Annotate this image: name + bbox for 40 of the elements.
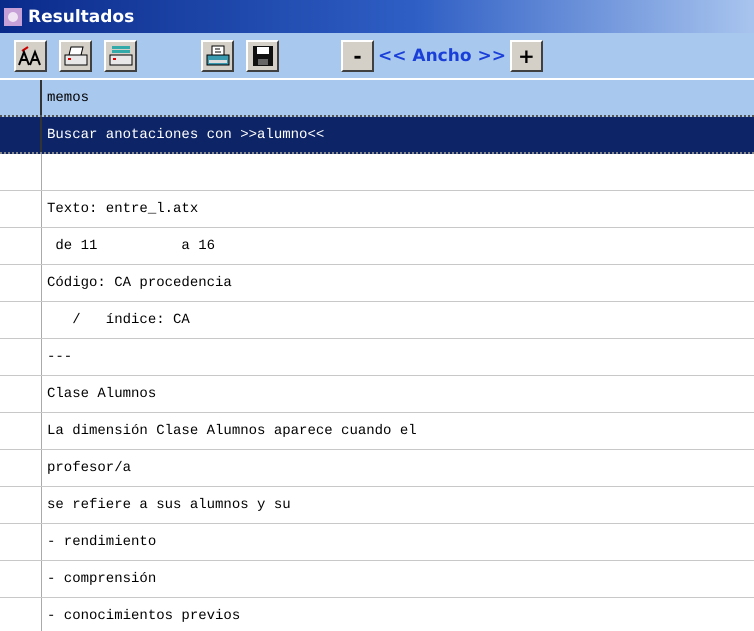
table-row[interactable]: - rendimiento <box>0 524 754 561</box>
table-row[interactable]: - comprensión <box>0 561 754 598</box>
table-cell-text: - rendimiento <box>46 533 158 552</box>
table-row[interactable]: se refiere a sus alumnos y su <box>0 487 754 524</box>
font-button[interactable] <box>14 40 47 72</box>
table-cell-text: La dimensión Clase Alumnos aparece cuando el <box>46 422 418 441</box>
save-button[interactable] <box>246 40 279 72</box>
table-row[interactable]: La dimensión Clase Alumnos aparece cuando el <box>0 413 754 450</box>
table-row[interactable]: Texto: entre_l.atx <box>0 191 754 228</box>
table-row[interactable]: Código: CA procedencia <box>0 265 754 302</box>
table-cell-text: se refiere a sus alumnos y su <box>46 496 292 515</box>
printer-settings-icon <box>108 44 134 66</box>
column-title: memos <box>46 88 90 108</box>
print-preview-button[interactable] <box>201 40 234 72</box>
table-cell-text: Texto: entre_l.atx <box>46 200 200 219</box>
table-cell-text: --- <box>46 348 74 367</box>
print-preview-icon <box>204 44 230 66</box>
table-cell-text: Buscar anotaciones con >>alumno<< <box>46 126 326 144</box>
table-cell-text: Clase Alumnos <box>46 385 158 404</box>
table-cell-text: - comprensión <box>46 570 158 589</box>
font-size-icon <box>18 44 44 66</box>
window-title: Resultados <box>28 6 134 26</box>
table-cell-text: Código: CA procedencia <box>46 274 233 293</box>
table-row[interactable]: Clase Alumnos <box>0 376 754 413</box>
table-cell-text: / índice: CA <box>71 311 191 330</box>
table-cell-text: de 11 a 16 <box>54 237 216 256</box>
table-row[interactable]: de 11 a 16 <box>0 228 754 265</box>
print-setup-button[interactable] <box>104 40 137 72</box>
app-icon <box>4 8 22 26</box>
table-row[interactable]: / índice: CA <box>0 302 754 339</box>
table-row[interactable]: Buscar anotaciones con >>alumno<< <box>0 117 754 154</box>
decrease-button[interactable]: - <box>341 40 374 72</box>
table-cell-text: profesor/a <box>46 459 132 478</box>
print-button[interactable] <box>59 40 92 72</box>
increase-button[interactable]: + <box>510 40 543 72</box>
table-row[interactable]: --- <box>0 339 754 376</box>
table-row[interactable]: profesor/a <box>0 450 754 487</box>
width-label: << Ancho >> <box>378 46 506 66</box>
table-cell-text: - conocimientos previos <box>46 607 242 626</box>
printer-icon <box>62 44 88 66</box>
